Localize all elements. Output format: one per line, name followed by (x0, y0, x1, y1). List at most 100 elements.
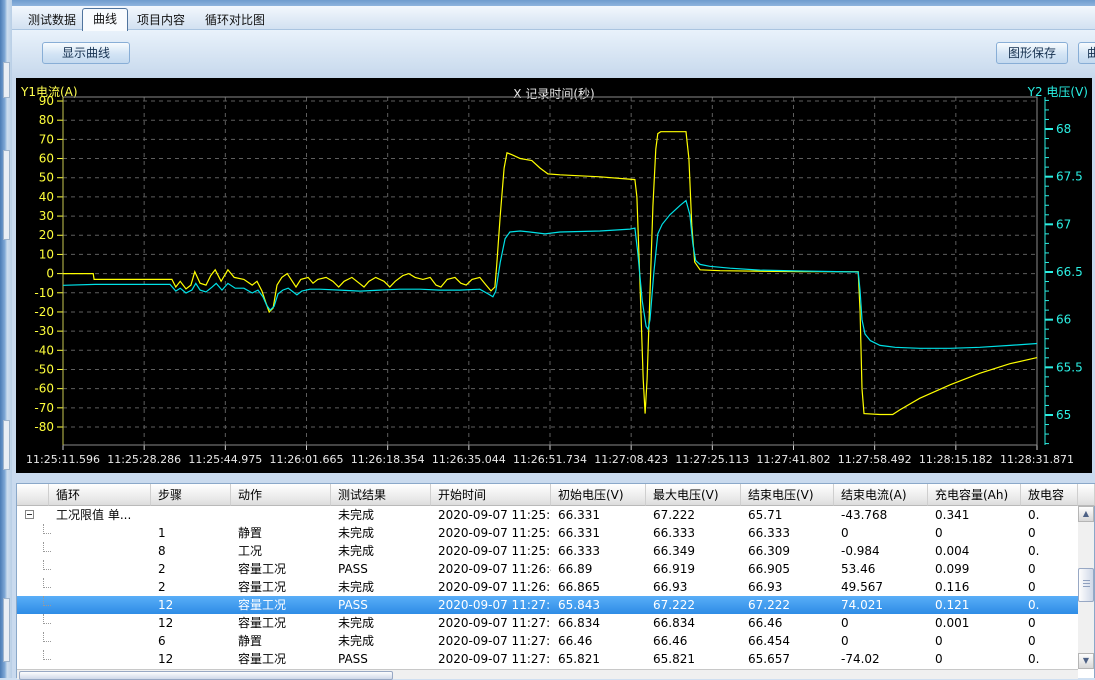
cell-cap_dis: 0. (1021, 506, 1078, 524)
cell-v_max: 67.222 (646, 596, 741, 614)
cell-action: 容量工况 (231, 578, 331, 596)
table-row[interactable]: 12容量工况未完成2020-09-07 11:27:2266.83466.834… (17, 614, 1078, 632)
header-tree-cell (17, 484, 49, 506)
y1-tick-label: 50 (39, 171, 54, 185)
cell-start: 2020-09-07 11:27:22 (431, 614, 551, 632)
y2-tick-label: 67 (1056, 217, 1071, 231)
tab-project-content[interactable]: 项目内容 (127, 10, 195, 30)
cell-result: 未完成 (331, 542, 431, 560)
cell-cap_dis: 0. (1021, 596, 1078, 614)
y1-tick-label: 40 (39, 190, 54, 204)
cell-cap_dis: 0 (1021, 578, 1078, 596)
cell-action: 容量工况 (231, 596, 331, 614)
y1-tick-label: -70 (34, 401, 54, 415)
cell-result: 未完成 (331, 632, 431, 650)
cell-start: 2020-09-07 11:26:41 (431, 560, 551, 578)
column-header[interactable]: 循环 (49, 484, 151, 506)
cell-i_end: -74.02 (834, 650, 928, 668)
tab-test-data[interactable]: 测试数据 (18, 10, 86, 30)
expand-collapse-icon[interactable] (25, 510, 34, 519)
cell-i_end: 0 (834, 524, 928, 542)
cell-v_max: 66.919 (646, 560, 741, 578)
cell-cycle (49, 632, 151, 650)
y2-tick-label: 67.5 (1056, 170, 1083, 184)
x-tick-label: 11:26:51.734 (513, 453, 587, 466)
cell-cap_chg: 0.341 (928, 506, 1021, 524)
cell-v_max: 66.349 (646, 542, 741, 560)
table-row[interactable]: 8工况未完成2020-09-07 11:25:1566.33366.34966.… (17, 542, 1078, 560)
step-result-table: 循环步骤动作测试结果开始时间初始电压(V)最大电压(V)结束电压(V)结束电流(… (16, 483, 1095, 678)
app-window: 测试数据 曲线 项目内容 循环对比图 显示曲线 图形保存 曲 Y1电流(A) X… (12, 0, 1095, 678)
cell-cap_dis: 0. (1021, 650, 1078, 668)
cell-step: 8 (151, 542, 231, 560)
cell-action: 容量工况 (231, 614, 331, 632)
y1-tick-label: 30 (39, 209, 54, 223)
cell-cap_chg: 0 (928, 650, 1021, 668)
table-row[interactable]: 工况限值 单...未完成2020-09-07 11:25:1166.33167.… (17, 506, 1078, 524)
cell-action: 容量工况 (231, 650, 331, 668)
column-header[interactable]: 测试结果 (331, 484, 431, 506)
table-row[interactable]: 2容量工况PASS2020-09-07 11:26:4166.8966.9196… (17, 560, 1078, 578)
cell-cap_chg: 0 (928, 524, 1021, 542)
cell-cap_dis: 0. (1021, 542, 1078, 560)
cell-v_end: 66.905 (741, 560, 834, 578)
toolbar: 显示曲线 图形保存 曲 (12, 30, 1095, 78)
x-tick-label: 11:26:35.044 (432, 453, 506, 466)
cell-cycle: 工况限值 单... (49, 506, 151, 524)
cell-cap_chg: 0.004 (928, 542, 1021, 560)
column-header[interactable]: 放电容 (1021, 484, 1078, 506)
cell-start: 2020-09-07 11:25:11 (431, 524, 551, 542)
y1-tick-label: -10 (34, 286, 54, 300)
cell-v_max: 67.222 (646, 506, 741, 524)
column-header[interactable]: 结束电压(V) (741, 484, 834, 506)
tab-cycle-compare[interactable]: 循环对比图 (195, 10, 275, 30)
background-fragment (3, 150, 10, 240)
y1-tick-label: -20 (34, 305, 54, 319)
cell-step: 12 (151, 596, 231, 614)
table-row[interactable]: 12容量工况PASS2020-09-07 11:27:5665.82165.82… (17, 650, 1078, 668)
tab-curve[interactable]: 曲线 (82, 8, 128, 31)
column-header[interactable]: 初始电压(V) (551, 484, 646, 506)
cell-start: 2020-09-07 11:26:53 (431, 578, 551, 596)
cell-cap_chg: 0.121 (928, 596, 1021, 614)
clipped-curve-settings-button[interactable]: 曲 (1078, 42, 1095, 64)
scrollbar-thumb[interactable] (1078, 568, 1094, 602)
show-curve-button[interactable]: 显示曲线 (42, 42, 130, 64)
x-tick-label: 11:27:58.492 (838, 453, 912, 466)
cell-result: 未完成 (331, 614, 431, 632)
column-header[interactable]: 开始时间 (431, 484, 551, 506)
cell-step: 12 (151, 650, 231, 668)
background-fragment (3, 62, 10, 98)
cell-result: PASS (331, 560, 431, 578)
table-row[interactable]: 1静置未完成2020-09-07 11:25:1166.33166.33366.… (17, 524, 1078, 542)
cell-v_max: 66.834 (646, 614, 741, 632)
cell-cap_dis: 0 (1021, 614, 1078, 632)
scroll-down-button[interactable]: ▼ (1078, 653, 1094, 669)
table-row[interactable]: 12容量工况PASS2020-09-07 11:27:1165.84367.22… (17, 596, 1078, 614)
cell-result: PASS (331, 596, 431, 614)
column-header[interactable]: 最大电压(V) (646, 484, 741, 506)
vertical-scrollbar[interactable]: ▲ ▼ (1078, 506, 1094, 669)
y1-tick-label: 0 (46, 267, 54, 281)
cell-result: 未完成 (331, 524, 431, 542)
table-row[interactable]: 2容量工况未完成2020-09-07 11:26:5366.86566.9366… (17, 578, 1078, 596)
table-row[interactable]: 6静置未完成2020-09-07 11:27:5466.4666.4666.45… (17, 632, 1078, 650)
x-tick-label: 11:25:11.596 (26, 453, 100, 466)
hscrollbar-thumb[interactable] (19, 671, 393, 680)
scroll-up-button[interactable]: ▲ (1078, 506, 1094, 522)
y1-tick-label: -50 (34, 362, 54, 376)
save-graph-button[interactable]: 图形保存 (996, 42, 1068, 64)
y1-tick-label: 70 (39, 132, 54, 146)
cell-cap_chg: 0.099 (928, 560, 1021, 578)
column-header[interactable]: 结束电流(A) (834, 484, 928, 506)
cell-start: 2020-09-07 11:25:11 (431, 506, 551, 524)
x-tick-label: 11:28:15.182 (919, 453, 993, 466)
cell-action (231, 506, 331, 524)
cell-action: 静置 (231, 632, 331, 650)
y2-tick-label: 65.5 (1056, 360, 1083, 374)
column-header[interactable]: 步骤 (151, 484, 231, 506)
cell-step: 1 (151, 524, 231, 542)
cell-v_init: 66.865 (551, 578, 646, 596)
column-header[interactable]: 充电容量(Ah) (928, 484, 1021, 506)
column-header[interactable]: 动作 (231, 484, 331, 506)
